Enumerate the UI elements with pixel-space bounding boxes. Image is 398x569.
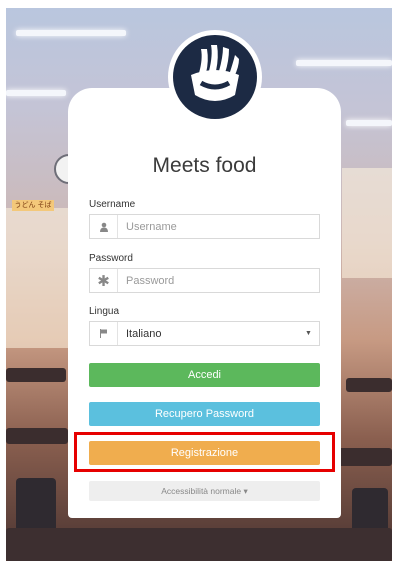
login-button[interactable]: Accedi — [89, 363, 320, 387]
desk — [336, 448, 392, 466]
floor — [6, 528, 392, 561]
flag-icon — [90, 322, 118, 345]
desk — [6, 368, 66, 382]
window — [6, 208, 68, 348]
logo-icon — [173, 35, 257, 119]
accessibility-dropdown-button[interactable]: Accessibilità normale ▾ — [89, 481, 320, 501]
asterisk-icon: ✱ — [90, 269, 118, 292]
ceiling-light — [16, 30, 126, 36]
ceiling-light — [6, 90, 66, 96]
page-title: Meets food — [152, 154, 257, 177]
chevron-down-icon: ▼ — [305, 330, 312, 337]
password-label: Password — [89, 253, 133, 264]
wall-sign: うどん そば — [12, 200, 54, 211]
user-icon — [90, 215, 118, 238]
language-label: Lingua — [89, 306, 120, 317]
desk — [6, 428, 68, 444]
password-input[interactable] — [118, 269, 319, 292]
recover-password-button[interactable]: Recupero Password — [89, 402, 320, 426]
window — [342, 168, 392, 278]
language-select[interactable]: Italiano ▼ — [89, 321, 320, 346]
ceiling-light — [346, 120, 392, 126]
username-label: Username — [89, 199, 136, 210]
ceiling-light — [296, 60, 392, 66]
username-input[interactable] — [118, 215, 319, 238]
desk — [346, 378, 392, 392]
username-field[interactable] — [89, 214, 320, 239]
logo — [168, 30, 262, 124]
password-field[interactable]: ✱ — [89, 268, 320, 293]
highlight-box — [74, 432, 335, 472]
language-selected-value: Italiano — [126, 327, 162, 340]
